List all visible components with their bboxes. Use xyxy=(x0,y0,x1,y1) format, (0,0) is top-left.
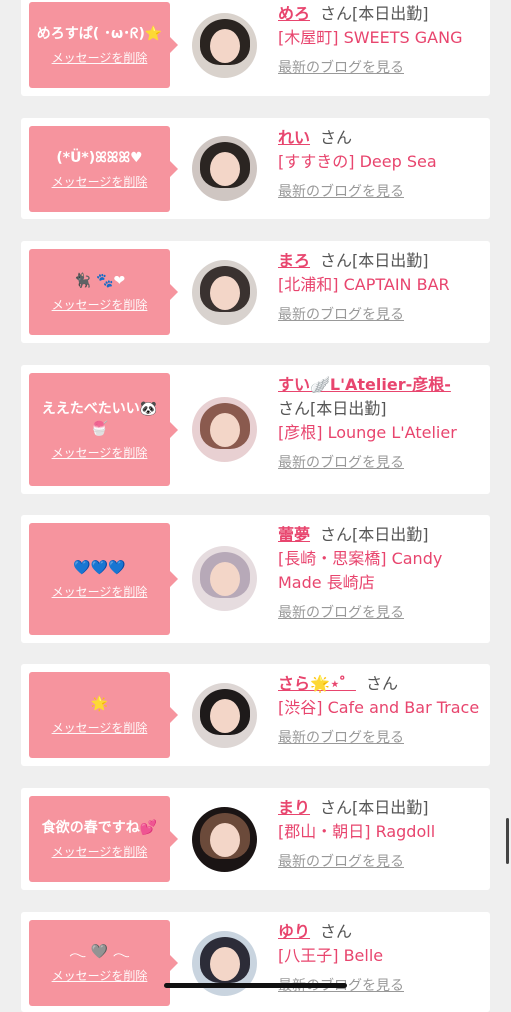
honorific: さん xyxy=(320,798,353,817)
list-item: 食欲の春ですね💕 メッセージを削除 まり さん[本日出勤] [郡山・朝日] Rag… xyxy=(21,788,490,890)
cast-name-link[interactable]: ゆり xyxy=(278,922,310,941)
list-item: ええたべたいい🐼🍧 メッセージを削除 すい🪽L'Atelier-彦根- さん[本日… xyxy=(21,365,490,494)
latest-blog-link[interactable]: 最新のブログを見る xyxy=(278,852,482,872)
delete-message-link[interactable]: メッセージを削除 xyxy=(52,968,148,984)
delete-message-link[interactable]: メッセージを削除 xyxy=(52,844,148,860)
message-text: (*Ü*)ꕤꕤꕤ♥ xyxy=(56,150,143,166)
cast-name-link[interactable]: さら🌟⋆゜ xyxy=(278,674,356,693)
avatar[interactable] xyxy=(192,546,257,611)
message-text: 🌟 xyxy=(90,696,109,712)
latest-blog-link[interactable]: 最新のブログを見る xyxy=(278,58,482,78)
delete-message-link[interactable]: メッセージを削除 xyxy=(52,50,148,66)
message-text: めろすぱ( ･ω･ᖇ)⭐ xyxy=(36,26,163,42)
shop-name: [八王子] Belle xyxy=(278,946,384,965)
message-text: 𓂃 🩶 𓂃 xyxy=(69,944,130,960)
cast-name-link[interactable]: めろ xyxy=(278,4,310,23)
delete-message-link[interactable]: メッセージを削除 xyxy=(52,174,148,190)
honorific: さん xyxy=(278,399,311,418)
honorific: さん xyxy=(320,128,353,147)
delete-message-link[interactable]: メッセージを削除 xyxy=(52,720,148,736)
honorific: さん xyxy=(365,674,398,693)
cast-name-link[interactable]: まろ xyxy=(278,251,310,270)
avatar[interactable] xyxy=(192,260,257,325)
delete-message-link[interactable]: メッセージを削除 xyxy=(52,584,148,600)
latest-blog-link[interactable]: 最新のブログを見る xyxy=(278,305,482,325)
list-item: 𓂃 🩶 𓂃 メッセージを削除 ゆりさん [八王子] Belle 最新のブログを見… xyxy=(21,912,490,1012)
cast-name-link[interactable]: すい🪽L'Atelier-彦根- xyxy=(278,375,451,394)
list-item: 🌟 メッセージを削除 さら🌟⋆゜ さん [渋谷] Cafe and Bar Tra… xyxy=(21,664,490,766)
honorific: さん xyxy=(320,251,353,270)
shop-name: [木屋町] SWEETS GANG xyxy=(278,28,463,47)
attendance-status: [本日出勤] xyxy=(352,525,429,544)
scrollbar[interactable] xyxy=(506,818,509,864)
shop-name: [郡山・朝日] Ragdoll xyxy=(278,822,436,841)
list-item: めろすぱ( ･ω･ᖇ)⭐ メッセージを削除 めろ さん[本日出勤] [木屋町] S… xyxy=(21,0,490,96)
attendance-status: [本日出勤] xyxy=(310,399,387,418)
avatar[interactable] xyxy=(192,13,257,78)
message-bubble: 🌟 メッセージを削除 xyxy=(29,672,178,758)
message-bubble: めろすぱ( ･ω･ᖇ)⭐ メッセージを削除 xyxy=(29,2,178,88)
message-text: 💙💙💙 xyxy=(73,560,126,576)
list-item: (*Ü*)ꕤꕤꕤ♥ メッセージを削除 れい さん [すすきの] Deep Sea … xyxy=(21,118,490,219)
message-text: ええたべたいい🐼🍧 xyxy=(41,400,158,437)
honorific: さん xyxy=(320,4,353,23)
list-item: 💙💙💙 メッセージを削除 蕾夢 さん[本日出勤] [長崎・思案橋] Candy M… xyxy=(21,515,490,643)
attendance-status: [本日出勤] xyxy=(352,251,429,270)
avatar[interactable] xyxy=(192,807,257,872)
delete-message-link[interactable]: メッセージを削除 xyxy=(52,297,148,313)
message-bubble: (*Ü*)ꕤꕤꕤ♥ メッセージを削除 xyxy=(29,126,178,212)
shop-name: [彦根] Lounge L'Atelier xyxy=(278,423,457,442)
home-indicator[interactable] xyxy=(164,983,347,988)
latest-blog-link[interactable]: 最新のブログを見る xyxy=(278,182,482,202)
cast-name-link[interactable]: 蕾夢 xyxy=(278,525,310,544)
attendance-status: [本日出勤] xyxy=(352,798,429,817)
avatar[interactable] xyxy=(192,683,257,748)
shop-name: [すすきの] Deep Sea xyxy=(278,152,437,171)
message-bubble: 𓂃 🩶 𓂃 メッセージを削除 xyxy=(29,920,178,1006)
message-text: 食欲の春ですね💕 xyxy=(41,820,158,836)
avatar[interactable] xyxy=(192,397,257,462)
latest-blog-link[interactable]: 最新のブログを見る xyxy=(278,603,482,623)
cast-name-link[interactable]: まり xyxy=(278,798,310,817)
message-bubble: 💙💙💙 メッセージを削除 xyxy=(29,523,178,635)
latest-blog-link[interactable]: 最新のブログを見る xyxy=(278,453,482,473)
cast-name-link[interactable]: れい xyxy=(278,128,310,147)
shop-name: [北浦和] CAPTAIN BAR xyxy=(278,275,450,294)
delete-message-link[interactable]: メッセージを削除 xyxy=(52,445,148,461)
message-bubble: 🐈‍⬛ 🐾❤ メッセージを削除 xyxy=(29,249,178,335)
attendance-status: [本日出勤] xyxy=(352,4,429,23)
honorific: さん xyxy=(320,525,353,544)
shop-name: [渋谷] Cafe and Bar Trace xyxy=(278,698,480,717)
message-text: 🐈‍⬛ 🐾❤ xyxy=(73,273,126,289)
honorific: さん xyxy=(320,922,353,941)
avatar[interactable] xyxy=(192,136,257,201)
latest-blog-link[interactable]: 最新のブログを見る xyxy=(278,728,482,748)
message-bubble: 食欲の春ですね💕 メッセージを削除 xyxy=(29,796,178,882)
message-bubble: ええたべたいい🐼🍧 メッセージを削除 xyxy=(29,373,178,486)
list-item: 🐈‍⬛ 🐾❤ メッセージを削除 まろ さん[本日出勤] [北浦和] CAPTAIN… xyxy=(21,241,490,343)
shop-name: [長崎・思案橋] Candy Made 長崎店 xyxy=(278,549,443,592)
